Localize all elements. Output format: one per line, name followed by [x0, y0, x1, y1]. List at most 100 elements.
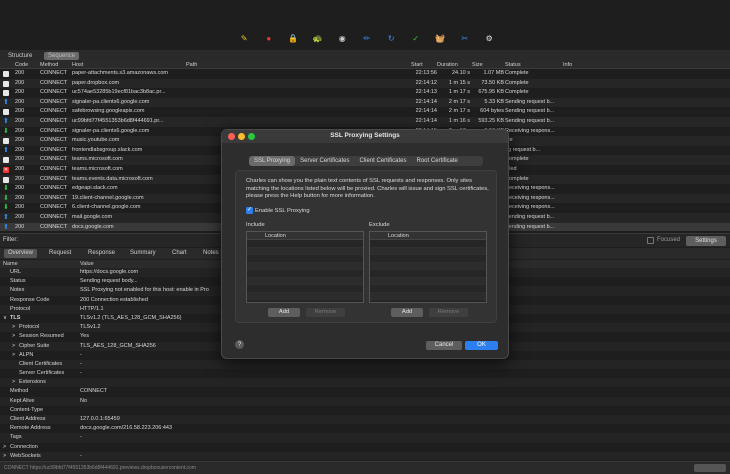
disclosure-right-icon[interactable]: > [12, 332, 15, 341]
settings-icon[interactable]: ⚙ [477, 34, 502, 44]
detail-row[interactable]: Client Address 127.0.0.1:65459 [0, 415, 730, 425]
list-item[interactable] [370, 285, 486, 293]
detail-row[interactable]: Tags - [0, 433, 730, 443]
col-method[interactable]: Method [40, 61, 58, 69]
detail-row[interactable]: Method CONNECT [0, 387, 730, 396]
record-icon[interactable]: ● [257, 34, 282, 44]
disclosure-right-icon[interactable]: > [12, 378, 15, 387]
table-row[interactable]: 200 CONNECT paper-attachments.s3.amazonaws… [0, 69, 730, 79]
ok-button[interactable]: OK [465, 341, 498, 350]
detail-row[interactable]: Server Certificates - [0, 369, 730, 378]
col-status[interactable]: Status [505, 61, 521, 69]
table-row[interactable]: ⬆ 200 CONNECT signaler-pa.clients6.google.c… [0, 97, 730, 108]
list-item[interactable] [247, 247, 363, 255]
col-size[interactable]: Size [472, 61, 483, 69]
col-host[interactable]: Host [72, 61, 83, 69]
detail-row[interactable]: > Connection [0, 443, 730, 452]
disclosure-right-icon[interactable]: > [12, 323, 15, 332]
list-item[interactable] [370, 247, 486, 255]
tab-structure[interactable]: Structure [4, 52, 36, 60]
error-icon: ✕ [3, 166, 9, 173]
focused-checkbox[interactable] [647, 237, 654, 244]
detail-name: Kept Alive [10, 397, 35, 404]
cell-code: 200 [15, 127, 25, 134]
list-item[interactable] [247, 262, 363, 270]
tools-icon[interactable]: ✂ [453, 34, 478, 44]
breakpoint-icon[interactable]: ◉ [330, 34, 355, 44]
detail-row[interactable]: > WebSockets - [0, 451, 730, 460]
lock-icon[interactable]: 🔒 [281, 34, 306, 44]
list-item[interactable] [247, 277, 363, 285]
exclude-list[interactable]: Location [369, 231, 487, 303]
help-button[interactable]: ? [235, 340, 244, 349]
list-item[interactable] [247, 292, 363, 300]
include-remove-button[interactable]: Remove [306, 308, 345, 317]
repeat-icon[interactable]: ↻ [379, 34, 404, 44]
detail-name: Server Certificates [19, 370, 65, 377]
tab-response[interactable]: Response [84, 249, 119, 258]
col-duration[interactable]: Duration [437, 61, 458, 69]
tab-client-certificates[interactable]: Client Certificates [355, 156, 412, 166]
enable-ssl-proxying[interactable]: ✓ Enable SSL Proxying [246, 207, 310, 214]
detail-value: https://docs.google.com [80, 269, 139, 275]
tab-summary[interactable]: Summary [126, 249, 160, 258]
exclude-add-button[interactable]: Add [391, 308, 423, 317]
cell-status: Complete [505, 89, 529, 96]
col-start[interactable]: Start [411, 61, 423, 69]
tab-root-certificate[interactable]: Root Certificate [412, 156, 463, 166]
cell-code: 200 [15, 146, 25, 153]
tab-request[interactable]: Request [45, 249, 75, 258]
disclosure-right-icon[interactable]: > [3, 452, 6, 460]
detail-row[interactable]: Kept Alive No [0, 396, 730, 406]
tab-sequence[interactable]: Sequence [44, 52, 80, 60]
tab-chart[interactable]: Chart [168, 249, 191, 258]
list-item[interactable] [370, 292, 486, 300]
col-code[interactable]: Code [15, 61, 28, 69]
tab-notes[interactable]: Notes [199, 249, 223, 258]
col-info[interactable]: Info [563, 61, 572, 69]
tab-server-certificates[interactable]: Server Certificates [295, 156, 354, 166]
table-header: Code Method Host Path Start Duration Siz… [0, 61, 730, 69]
cell-host: paper.dropbox.com [72, 79, 120, 86]
col-path[interactable]: Path [186, 61, 197, 69]
cell-host: mail.google.com [72, 213, 113, 220]
validate-icon[interactable]: ✓ [404, 34, 429, 44]
table-row[interactable]: 200 CONNECT paper.dropbox.com 22:14:12 1 m 1… [0, 78, 730, 89]
table-row[interactable]: 200 CONNECT safebrowsing.googleapis.com 22:… [0, 107, 730, 117]
detail-row[interactable]: Client Certificates - [0, 359, 730, 370]
table-row[interactable]: ⬆ 200 CONNECT uc99bfd77f4551353b6d8f444691.… [0, 116, 730, 127]
list-item[interactable] [247, 255, 363, 263]
cell-method: CONNECT [40, 98, 68, 105]
status-button[interactable] [694, 464, 726, 472]
disclosure-right-icon[interactable]: > [3, 443, 6, 452]
checkmark-icon[interactable]: ✓ [246, 207, 253, 214]
table-row[interactable]: 200 CONNECT uc574ae53285b19ecf81bac3b8ac.p… [0, 88, 730, 98]
basket-icon[interactable]: 🧺 [428, 34, 453, 44]
cell-host: teams.events.data.microsoft.com [72, 175, 153, 182]
list-item[interactable] [247, 285, 363, 293]
list-item[interactable] [370, 255, 486, 263]
pen-icon[interactable]: ✎ [232, 34, 257, 44]
list-item[interactable] [370, 262, 486, 270]
exclude-remove-button[interactable]: Remove [429, 308, 468, 317]
list-item[interactable] [247, 270, 363, 278]
list-item[interactable] [247, 240, 363, 248]
tab-ssl-proxying[interactable]: SSL Proxying [249, 156, 296, 166]
disclosure-down-icon[interactable]: ∨ [3, 314, 7, 323]
list-item[interactable] [370, 240, 486, 248]
detail-row[interactable]: Remote Address docs.google.com/216.58.223… [0, 424, 730, 433]
compose-icon[interactable]: ✏ [355, 34, 380, 44]
include-list[interactable]: Location [246, 231, 364, 303]
list-item[interactable] [370, 270, 486, 278]
cancel-button[interactable]: Cancel [426, 341, 462, 350]
list-item[interactable] [370, 277, 486, 285]
detail-row[interactable]: > Extensions [0, 378, 730, 388]
disclosure-right-icon[interactable]: > [12, 351, 15, 360]
detail-name: Tags [10, 434, 22, 441]
tab-overview[interactable]: Overview [4, 249, 38, 258]
settings-button[interactable]: Settings [686, 236, 726, 246]
disclosure-right-icon[interactable]: > [12, 342, 15, 351]
include-add-button[interactable]: Add [268, 308, 300, 317]
turtle-icon[interactable]: 🐢 [306, 34, 331, 44]
detail-row[interactable]: Content-Type [0, 406, 730, 415]
